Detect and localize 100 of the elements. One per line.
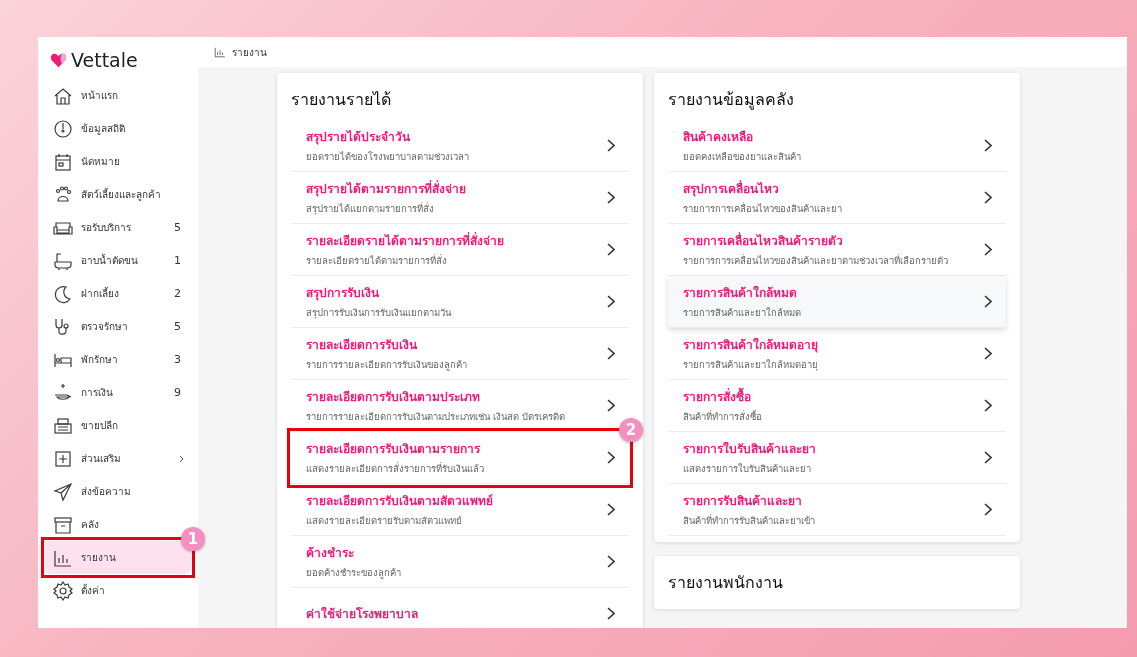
report-item[interactable]: รายการใบรับสินค้าและยา แสดงรายการใบรับสินค้าและยา (668, 432, 1006, 484)
report-item[interactable]: สรุปรายได้ประจำวัน ยอดรายได้ของโรงพยาบาลตามช่วงเวลา (291, 120, 629, 172)
sidebar-icon (53, 382, 73, 403)
report-item[interactable]: สรุปการรับเงิน สรุปการรับเงินการรับเงินแยกตามวัน (291, 276, 629, 328)
report-title: ค้างชำระ (306, 545, 355, 562)
report-description: รายการการเคลื่อนไหวของสินค้าและยาตามช่วงเวลาที่เลือกรายตัว (683, 253, 949, 268)
report-item[interactable]: รายละเอียดการรับเงินตามสัตวแพทย์ แสดงรายละเอียดรายรับตามสัตวแพทย์ (291, 484, 629, 536)
report-item[interactable]: สรุปการเคลื่อนไหว รายการการเคลื่อนไหวของสินค้าและยา (668, 172, 1006, 224)
report-title: รายการเคลื่อนไหวสินค้ารายตัว (683, 231, 844, 250)
sidebar-item[interactable]: ส่งข้อความ (45, 475, 191, 508)
callout-badge: 2 (619, 418, 643, 442)
report-description: รายการสินค้าและยาใกล้หมดอายุ (683, 358, 819, 372)
report-title: รายละเอียดการรับเงินตามประเภท (306, 389, 481, 406)
report-description: รายละเอียดรายได้ตามรายการที่สั่ง (306, 253, 448, 268)
callout-badge: 1 (181, 527, 205, 551)
report-title: รายละเอียดรายได้ตามรายการที่สั่งจ่าย (306, 231, 505, 250)
item-count: 5 (174, 320, 181, 333)
report-item[interactable]: ค้างชำระ ยอดค้างชำระของลูกค้า (291, 536, 629, 588)
sidebar-item[interactable]: นัดหมาย (45, 145, 191, 178)
report-description: รายการการเคลื่อนไหวของสินค้าและยา (683, 201, 843, 216)
sidebar-item[interactable]: พักรักษา 3 (45, 343, 191, 376)
chevron-right-icon (984, 399, 992, 412)
report-description: ยอดค้างชำระของลูกค้า (306, 566, 402, 580)
chevron-right-icon (607, 191, 615, 204)
sidebar-item[interactable]: หน้าแรก (45, 79, 191, 112)
report-title: ค่าใช้จ่ายโรงพยาบาล (306, 605, 419, 623)
item-count: 5 (174, 221, 181, 234)
sidebar-item[interactable]: สัตว์เลี้ยงและลูกค้า (45, 178, 191, 211)
sidebar-item[interactable]: การเงิน 9 (45, 376, 191, 409)
sidebar-item[interactable]: ตั้งค่า (45, 574, 191, 607)
report-item[interactable]: รายละเอียดการรับเงิน รายการรายละเอียดการรับเงินของลูกค้า (291, 328, 629, 380)
report-item[interactable]: รายการสั่งซื้อ สินค้าที่ทำการสั่งซื้อ (668, 380, 1006, 432)
item-count: 9 (174, 386, 181, 399)
report-title: สรุปรายได้ตามรายการที่สั่งจ่าย (306, 179, 467, 198)
report-description: สินค้าที่ทำการรับสินค้าและยาเข้า (683, 513, 816, 528)
item-count: 3 (174, 353, 181, 366)
sidebar-item[interactable]: ฝากเลี้ยง 2 (45, 277, 191, 310)
chevron-right-icon (984, 191, 992, 204)
item-count: 2 (174, 287, 181, 300)
report-title: รายการรับสินค้าและยา (683, 493, 803, 510)
report-item[interactable]: รายการสินค้าใกล้หมด รายการสินค้าและยาใกล้หมด (668, 276, 1006, 328)
chevron-right-icon (607, 503, 615, 516)
report-description: รายการรายละเอียดการรับเงินตามประเภทเช่น เงินสด บัตรเครดิต (306, 410, 567, 424)
chart-icon (214, 46, 226, 58)
chevron-right-icon (607, 399, 615, 412)
sidebar-icon (53, 580, 73, 601)
report-title: สรุปการรับเงิน (306, 285, 380, 302)
sidebar-item[interactable]: อาบน้ำตัดขน 1 (45, 244, 191, 277)
report-description: แสดงรายการใบรับสินค้าและยา (683, 462, 812, 476)
sidebar-icon (53, 481, 73, 502)
sidebar-icon (53, 448, 73, 469)
report-title: สินค้าคงเหลือ (683, 129, 754, 146)
report-item[interactable]: สินค้าคงเหลือ ยอดคงเหลือของยาและสินค้า (668, 120, 1006, 172)
chevron-right-icon (984, 243, 992, 256)
report-description: รายการรายละเอียดการรับเงินของลูกค้า (306, 358, 468, 372)
chevron-right-icon (607, 451, 615, 464)
report-description: แสดงรายละเอียดการสั่งรายการที่รับเงินแล้ว (306, 461, 485, 476)
chevron-right-icon (607, 607, 615, 620)
sidebar-icon (53, 118, 73, 139)
card-title: รายงานข้อมูลคลัง (668, 89, 795, 112)
card-title: รายงานพนักงาน (668, 572, 784, 594)
brand-name: Vettale (71, 49, 138, 71)
chevron-right-icon (984, 139, 992, 152)
sidebar-icon (53, 415, 73, 436)
report-title: สรุปรายได้ประจำวัน (306, 129, 411, 146)
report-description: รายการสินค้าและยาใกล้หมด (683, 306, 802, 320)
chevron-right-icon (984, 451, 992, 464)
report-item[interactable]: สรุปรายได้ตามรายการที่สั่งจ่าย สรุปรายได้แยกตามรายการที่สั่ง (291, 172, 629, 224)
sidebar-item[interactable]: ตรวจรักษา 5 (45, 310, 191, 343)
chevron-right-icon (607, 139, 615, 152)
report-title: รายละเอียดการรับเงินตามสัตวแพทย์ (306, 493, 494, 510)
chevron-right-icon (984, 347, 992, 360)
report-title: รายการสินค้าใกล้หมดอายุ (683, 336, 819, 354)
chevron-right-icon (984, 503, 992, 516)
report-item[interactable]: รายการรับสินค้าและยา สินค้าที่ทำการรับสินค้าและยาเข้า (668, 484, 1006, 536)
report-title: รายละเอียดการรับเงินตามรายการ (306, 441, 482, 458)
chevron-right-icon (607, 295, 615, 308)
report-description: ยอดคงเหลือของยาและสินค้า (683, 150, 802, 164)
report-description: แสดงรายละเอียดรายรับตามสัตวแพทย์ (306, 514, 463, 528)
report-title: รายการใบรับสินค้าและยา (683, 440, 817, 458)
report-item[interactable]: ค่าใช้จ่ายโรงพยาบาล (291, 588, 629, 628)
sidebar-icon (53, 250, 73, 271)
sidebar-icon (53, 184, 73, 205)
report-title: รายละเอียดการรับเงิน (306, 337, 418, 354)
report-item[interactable]: รายละเอียดรายได้ตามรายการที่สั่งจ่าย รายละเอียดรายได้ตามรายการที่สั่ง (291, 224, 629, 276)
report-description: ยอดรายได้ของโรงพยาบาลตามช่วงเวลา (306, 150, 470, 164)
sidebar-icon (53, 151, 73, 172)
sidebar-item[interactable]: ขายปลีก (45, 409, 191, 442)
report-title: สรุปการเคลื่อนไหว (683, 179, 780, 198)
chevron-right-icon (607, 243, 615, 256)
heart-logo-icon (50, 52, 67, 68)
chevron-right-icon (984, 295, 992, 308)
item-count: 1 (174, 254, 181, 267)
report-title: รายการสั่งซื้อ (683, 387, 984, 406)
sidebar-item[interactable]: รอรับบริการ 5 (45, 211, 191, 244)
sidebar-icon (53, 283, 73, 304)
report-item[interactable]: รายการสินค้าใกล้หมดอายุ รายการสินค้าและยาใกล้หมดอายุ (668, 328, 1006, 380)
sidebar-item[interactable]: ส่วนเสริม (45, 442, 191, 475)
chevron-right-icon (607, 555, 615, 568)
sidebar-item[interactable]: ข้อมูลสถิติ (45, 112, 191, 145)
